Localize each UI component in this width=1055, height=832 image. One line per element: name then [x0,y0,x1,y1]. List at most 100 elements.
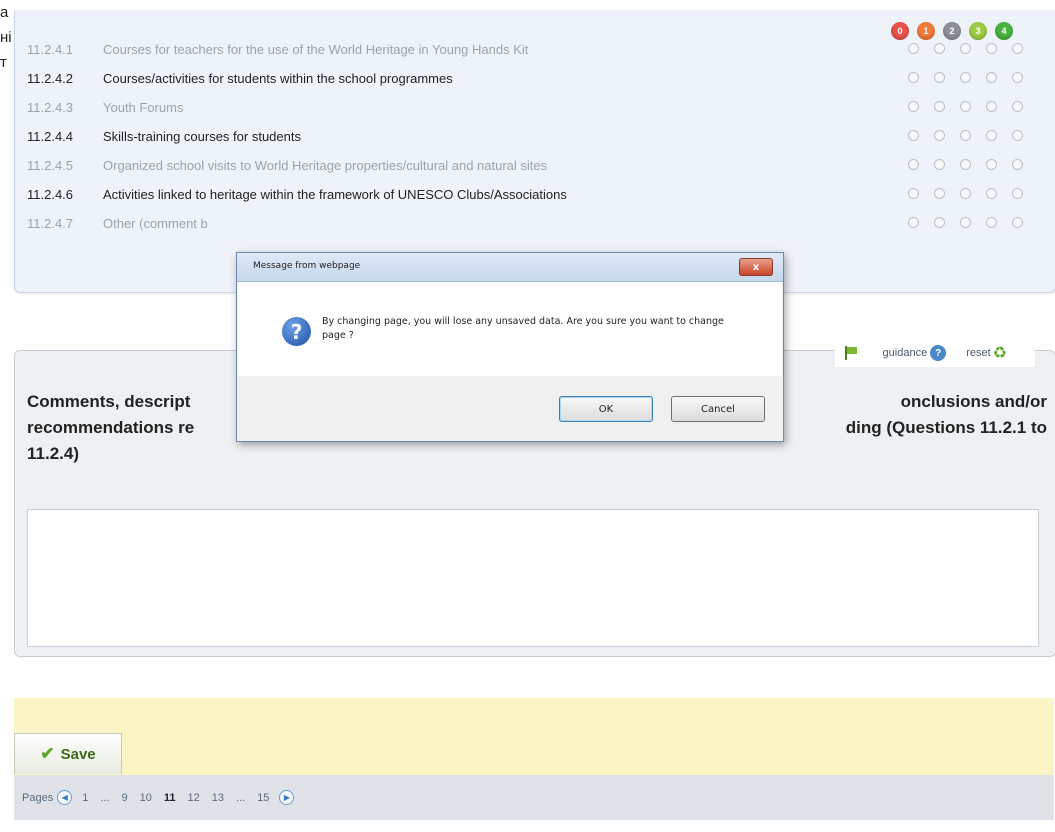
next-page-icon[interactable]: ▶ [279,790,295,805]
question-label: Youth Forums [103,99,184,115]
rating-radio[interactable] [908,130,919,141]
dialog-close-button[interactable]: x [739,258,773,276]
guidance-link[interactable]: guidance ? [883,345,947,361]
rating-radio[interactable] [960,217,971,228]
rating-radio-group [908,101,1023,112]
confirm-dialog: Message from webpage x ? By changing pag… [236,252,784,442]
rating-radio[interactable] [934,43,945,54]
comment-heading-part4: ding (Questions 11.2.1 to [845,418,1047,437]
rating-radio[interactable] [908,43,919,54]
rating-radio[interactable] [960,130,971,141]
question-row: 11.2.4.1 Courses for teachers for the use… [27,35,1045,63]
page-link[interactable]: 11 [164,792,176,804]
dialog-body: ? By changing page, you will lose any un… [238,282,782,376]
rating-radio[interactable] [1012,188,1023,199]
rating-radio[interactable] [986,43,997,54]
pagination: Pages ◀ 1... 9 10 11 12 13... 15 ▶ [14,775,1054,820]
question-row: 11.2.4.7 Other (comment b [27,209,1045,237]
reset-link[interactable]: reset ♻ [966,343,1007,363]
rating-radio[interactable] [986,217,997,228]
rating-radio[interactable] [986,159,997,170]
help-icon: ? [930,345,947,361]
question-row: 11.2.4.5 Organized school visits to World… [27,151,1045,179]
rating-radio[interactable] [960,159,971,170]
rating-radio-group [908,188,1023,199]
ok-button[interactable]: OK [559,396,653,422]
save-bar: ✔ Save [14,698,1054,775]
question-number: 11.2.4.6 [27,186,74,202]
question-row: 11.2.4.3 Youth Forums [27,93,1045,121]
clipped-text-3: т [0,54,7,71]
rating-radio[interactable] [934,130,945,141]
question-row: 11.2.4.2 Courses/activities for students … [27,64,1045,92]
question-label: Organized school visits to World Heritag… [103,157,548,173]
rating-radio[interactable] [1012,217,1023,228]
question-number: 11.2.4.2 [27,70,74,86]
page-ellipsis: ... [100,791,110,804]
save-button[interactable]: ✔ Save [14,733,122,774]
rating-radio[interactable] [1012,101,1023,112]
page-link[interactable]: 15 [257,792,269,804]
rating-radio[interactable] [934,159,945,170]
rating-radio[interactable] [908,101,919,112]
rating-radio[interactable] [934,101,945,112]
rating-radio[interactable] [986,188,997,199]
dialog-title: Message from webpage [253,261,361,271]
rating-radio[interactable] [960,43,971,54]
rating-radio[interactable] [1012,159,1023,170]
rating-radio[interactable] [960,188,971,199]
rating-radio[interactable] [1012,43,1023,54]
rating-radio[interactable] [908,159,919,170]
question-number: 11.2.4.3 [27,99,74,115]
clipped-text-2: ні [0,29,12,46]
question-number: 11.2.4.1 [27,41,74,57]
dialog-titlebar[interactable]: Message from webpage x [237,253,783,282]
rating-radio[interactable] [986,101,997,112]
rating-radio[interactable] [934,188,945,199]
checkmark-icon: ✔ [40,744,55,763]
pages-label: Pages [22,791,54,804]
page-link[interactable]: 1 [82,792,88,804]
rating-radio[interactable] [1012,72,1023,83]
page-link[interactable]: 13 [212,792,224,804]
rating-radio[interactable] [986,130,997,141]
comment-heading-part1: Comments, descript [27,392,191,411]
clipped-sidebar-text: a ні т [0,0,12,75]
reset-label: reset [966,347,991,359]
question-label: Courses/activities for students within t… [103,70,453,86]
reset-icon: ♻ [992,345,1007,362]
question-panel: 01234 11.2.4.1 Courses for teachers for t… [14,10,1055,293]
rating-radio[interactable] [934,217,945,228]
cancel-button[interactable]: Cancel [671,396,765,422]
comment-heading-part2: onclusions and/or [900,392,1047,411]
rating-radio[interactable] [908,217,919,228]
clipped-text-1: a [0,4,9,21]
rating-radio[interactable] [908,72,919,83]
dialog-message: By changing page, you will lose any unsa… [322,316,724,341]
rating-radio-group [908,130,1023,141]
rating-radio[interactable] [960,101,971,112]
question-label: Courses for teachers for the use of the … [103,41,529,57]
rating-radio-group [908,43,1023,54]
question-number: 11.2.4.5 [27,157,74,173]
comment-heading-part5: 11.2.4) [27,444,79,463]
question-row: 11.2.4.4 Skills-training courses for stud… [27,122,1045,150]
save-label: Save [60,745,96,763]
flag-icon[interactable] [843,346,857,360]
rating-radio-group [908,159,1023,170]
page-link[interactable]: 10 [140,792,152,804]
question-icon: ? [282,317,311,346]
rating-radio[interactable] [986,72,997,83]
comment-textarea[interactable] [27,509,1039,647]
rating-radio[interactable] [960,72,971,83]
question-number: 11.2.4.7 [27,215,74,231]
guidance-label: guidance [882,347,928,359]
rating-radio[interactable] [1012,130,1023,141]
page-link[interactable]: 9 [122,792,128,804]
previous-page-icon[interactable]: ◀ [57,790,73,805]
question-label: Skills-training courses for students [103,128,301,144]
rating-radio[interactable] [908,188,919,199]
page-link[interactable]: 12 [188,792,200,804]
rating-radio-group [908,72,1023,83]
rating-radio[interactable] [934,72,945,83]
